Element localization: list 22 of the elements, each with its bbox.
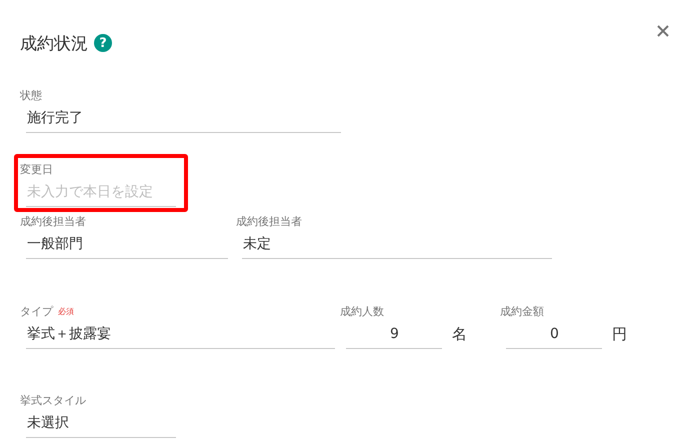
field-label: 成約後担当者: [236, 214, 302, 229]
input-field[interactable]: 9: [346, 319, 442, 349]
field-label: 挙式スタイル: [20, 393, 86, 408]
help-icon[interactable]: ?: [94, 34, 112, 52]
input-field[interactable]: 未定: [242, 229, 552, 259]
unit-label: 名: [452, 324, 466, 344]
required-mark: 必須: [58, 306, 74, 317]
input-field[interactable]: 未入力で本日を設定: [26, 177, 176, 207]
field-label: 成約金額: [500, 304, 544, 319]
input-field[interactable]: 未選択: [26, 408, 176, 438]
field-label: 変更日: [20, 162, 53, 177]
field-label: 成約人数: [340, 304, 384, 319]
dialog-title: 成約状況: [20, 32, 88, 54]
field-label: 状態: [20, 88, 42, 103]
field-label: タイプ: [20, 304, 53, 319]
close-icon[interactable]: [657, 25, 669, 37]
input-field[interactable]: 施行完了: [26, 103, 341, 133]
field-label: 成約後担当者: [20, 214, 86, 229]
input-field[interactable]: 一般部門: [26, 229, 228, 259]
input-field[interactable]: 挙式＋披露宴: [26, 319, 335, 349]
unit-label: 円: [612, 324, 626, 344]
input-field[interactable]: 0: [506, 319, 602, 349]
